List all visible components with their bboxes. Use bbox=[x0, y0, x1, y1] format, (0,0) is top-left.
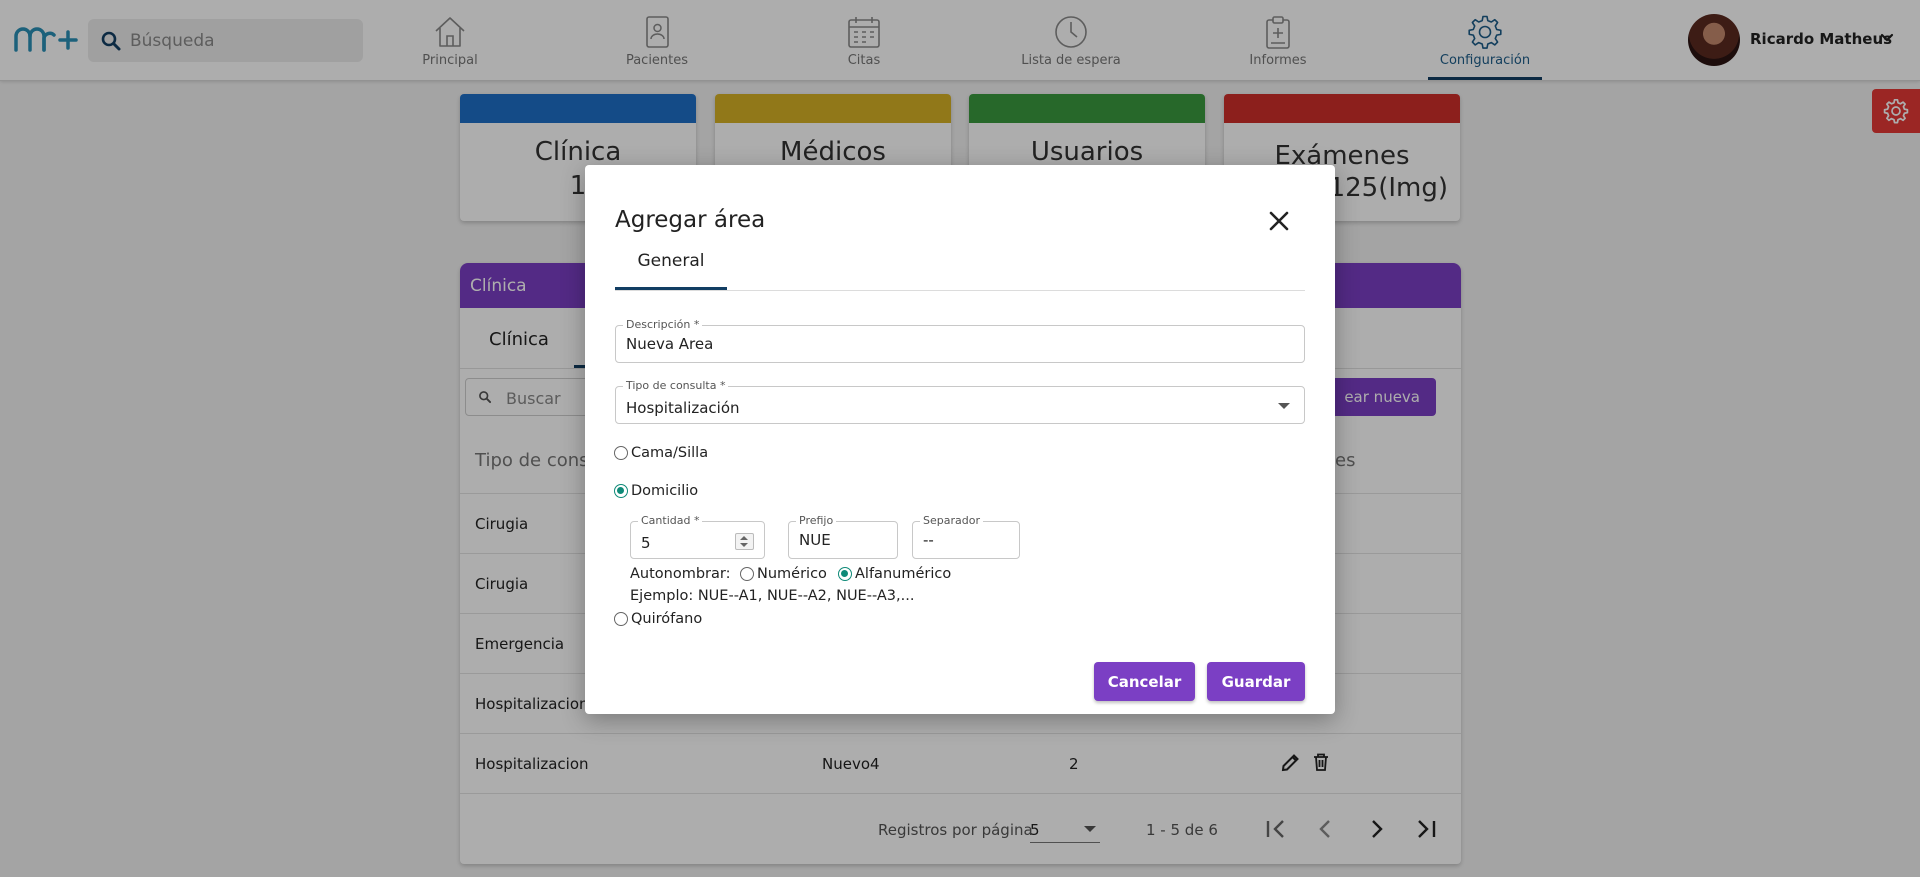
radio-circle bbox=[614, 484, 628, 498]
autoname-label: Autonombrar: bbox=[630, 566, 731, 582]
radio-circle bbox=[740, 567, 754, 581]
radio-quirofano[interactable]: Quirófano bbox=[614, 611, 702, 627]
field-label: Tipo de consulta * bbox=[623, 379, 729, 392]
radio-numerico[interactable]: Numérico bbox=[740, 566, 827, 582]
stepper-arrows[interactable] bbox=[735, 533, 754, 550]
save-button[interactable]: Guardar bbox=[1207, 662, 1305, 701]
tab-general[interactable]: General bbox=[615, 249, 727, 290]
dialog-title: Agregar área bbox=[615, 207, 766, 233]
radio-alfanumerico[interactable]: Alfanumérico bbox=[838, 566, 951, 582]
divider bbox=[615, 290, 1305, 291]
radio-domicilio[interactable]: Domicilio bbox=[614, 483, 698, 499]
close-icon[interactable] bbox=[1266, 208, 1292, 234]
description-input[interactable] bbox=[626, 326, 1286, 362]
separator-input[interactable] bbox=[923, 522, 1011, 558]
radio-label: Domicilio bbox=[631, 483, 699, 499]
caret-down-icon bbox=[1278, 403, 1290, 409]
quantity-value: 5 bbox=[641, 534, 651, 552]
radio-circle bbox=[614, 446, 628, 460]
autoname-example: Ejemplo: NUE--A1, NUE--A2, NUE--A3,... bbox=[630, 588, 915, 604]
radio-cama-silla[interactable]: Cama/Silla bbox=[614, 445, 708, 461]
prefix-field[interactable]: Prefijo bbox=[788, 514, 898, 559]
consultation-type-select[interactable]: Tipo de consulta * Hospitalización bbox=[615, 379, 1305, 424]
separator-field[interactable]: Separador bbox=[912, 514, 1020, 559]
cancel-button[interactable]: Cancelar bbox=[1094, 662, 1195, 701]
radio-circle bbox=[614, 612, 628, 626]
radio-label: Alfanumérico bbox=[855, 566, 952, 582]
prefix-input[interactable] bbox=[799, 522, 889, 558]
quantity-stepper[interactable]: Cantidad * 5 bbox=[630, 514, 765, 559]
add-area-dialog: Agregar área General Descripción * Tipo … bbox=[585, 165, 1335, 714]
radio-label: Quirófano bbox=[631, 611, 703, 627]
field-label: Cantidad * bbox=[638, 514, 703, 527]
description-field[interactable]: Descripción * bbox=[615, 318, 1305, 363]
radio-label: Cama/Silla bbox=[631, 445, 709, 461]
radio-label: Numérico bbox=[757, 566, 827, 582]
selected-value: Hospitalización bbox=[626, 399, 740, 417]
radio-circle bbox=[838, 567, 852, 581]
